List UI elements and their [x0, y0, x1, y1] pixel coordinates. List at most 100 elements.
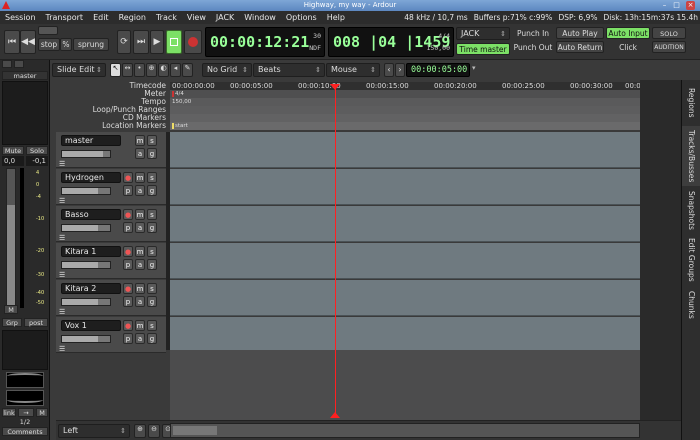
meter-marker[interactable]: 4/4 [172, 91, 184, 97]
track-mute-button[interactable]: m [135, 172, 145, 183]
track-layers-icon[interactable]: ☰ [59, 160, 65, 168]
track-lane[interactable] [170, 169, 640, 205]
menu-session[interactable]: Session [0, 11, 41, 24]
start-marker[interactable]: start [172, 123, 188, 129]
menu-help[interactable]: Help [322, 11, 350, 24]
zoom-out-button[interactable]: ⊖ [148, 424, 160, 438]
strip-link-direction-button[interactable]: → [18, 408, 34, 417]
horizontal-scrollbar[interactable] [170, 423, 640, 438]
track-solo-button[interactable]: s [147, 172, 157, 183]
track-layers-icon[interactable]: ☰ [59, 234, 65, 242]
menu-view[interactable]: View [182, 11, 211, 24]
track-group-button[interactable]: g [147, 333, 157, 344]
stop-label[interactable]: stop [38, 38, 60, 51]
menu-jack[interactable]: JACK [211, 11, 239, 24]
track-automation-button[interactable]: a [135, 148, 145, 159]
cd-marker-ruler[interactable] [170, 114, 640, 122]
track-solo-button[interactable]: s [147, 246, 157, 257]
menu-options[interactable]: Options [281, 11, 322, 24]
loop-button[interactable]: ⟳ [117, 30, 131, 54]
track-group-button[interactable]: g [147, 259, 157, 270]
tab-snapshots[interactable]: Snapshots [682, 188, 700, 232]
nudge-forward-button[interactable]: › [395, 63, 405, 77]
goto-end-button[interactable]: ⏭ [133, 30, 149, 54]
range-tool-button[interactable]: ↔ [122, 63, 133, 77]
track-lane[interactable] [170, 132, 640, 168]
meter-ruler[interactable]: 4/4 [170, 90, 640, 98]
zoom-tool-button[interactable]: ⊕ [146, 63, 157, 77]
track-solo-button[interactable]: s [147, 320, 157, 331]
sync-source-select[interactable]: JACK ⇕ [456, 27, 510, 40]
tab-tracks-busses[interactable]: Tracks/Busses [682, 126, 700, 186]
track-name-field[interactable]: Vox 1 [61, 320, 121, 331]
auto-input-button[interactable]: Auto Input [606, 27, 650, 39]
track-solo-button[interactable]: s [147, 283, 157, 294]
track-gain-slider[interactable] [61, 150, 111, 158]
track-automation-button[interactable]: a [135, 185, 145, 196]
grid-unit-select[interactable]: Beats ⇕ [253, 63, 325, 77]
strip-panner-graphic-2[interactable] [6, 390, 44, 406]
track-lane[interactable] [170, 280, 640, 316]
playhead[interactable] [334, 84, 336, 418]
track-record-button[interactable]: ● [123, 283, 133, 294]
zoom-in-button[interactable]: ⊕ [134, 424, 146, 438]
nudge-clock[interactable]: 00:00:05:00 [406, 63, 470, 77]
playhead-marker[interactable] [329, 84, 340, 90]
tab-regions[interactable]: Regions [682, 84, 700, 122]
track-playlist-button[interactable]: p [123, 333, 133, 344]
minimize-button[interactable]: – [660, 1, 669, 10]
strip-comments-button[interactable]: Comments [2, 427, 48, 436]
chevron-down-icon[interactable]: ▾ [472, 64, 476, 72]
tempo-ruler[interactable]: 150,00 [170, 98, 640, 106]
solo-indicator[interactable]: SOLO [652, 27, 686, 39]
track-record-button[interactable]: ● [123, 172, 133, 183]
timefx-tool-button[interactable]: ◐ [158, 63, 169, 77]
strip-gain-display[interactable]: 0,0 [2, 156, 24, 166]
grid-mode-select[interactable]: No Grid ⇕ [202, 63, 252, 77]
track-solo-button[interactable]: s [147, 209, 157, 220]
record-button[interactable] [184, 30, 202, 54]
strip-gain-fader[interactable] [6, 168, 16, 308]
close-button[interactable]: × [686, 1, 695, 10]
edit-mode-select[interactable]: Slide Edit ⇕ [52, 63, 106, 77]
track-lane[interactable] [170, 243, 640, 279]
strip-group-button[interactable]: Grp [2, 318, 22, 327]
strip-width-button[interactable] [2, 60, 12, 68]
auto-return-button[interactable]: Auto Return [556, 41, 604, 53]
track-record-button[interactable]: ● [123, 246, 133, 257]
goto-start-button[interactable]: ⏮ [4, 30, 20, 54]
track-layers-icon[interactable]: ☰ [59, 271, 65, 279]
playhead-marker-bottom[interactable] [329, 412, 340, 418]
time-master-button[interactable]: Time master [456, 43, 510, 55]
track-header[interactable]: Vox 1 ● m s p a g ☰ [56, 317, 166, 353]
percent-label[interactable]: % [60, 38, 72, 51]
track-header[interactable]: Kitara 2 ● m s p a g ☰ [56, 280, 166, 316]
strip-link-button[interactable]: link [2, 408, 16, 417]
track-header[interactable]: Hydrogen ● m s p a g ☰ [56, 169, 166, 205]
track-automation-button[interactable]: a [135, 333, 145, 344]
track-playlist-button[interactable]: p [123, 222, 133, 233]
location-marker-ruler[interactable]: start [170, 122, 640, 130]
track-mute-button[interactable]: m [135, 209, 145, 220]
tempo-marker[interactable]: 150,00 [172, 99, 191, 105]
track-playlist-button[interactable]: p [123, 185, 133, 196]
editor-list-panel[interactable] [640, 80, 681, 420]
track-name-field[interactable]: Kitara 2 [61, 283, 121, 294]
track-automation-button[interactable]: a [135, 296, 145, 307]
track-mute-button[interactable]: m [135, 246, 145, 257]
play-button[interactable]: ▶ [150, 30, 164, 54]
strip-solo-button[interactable]: Solo [26, 146, 48, 155]
empty-track-area[interactable] [170, 350, 640, 420]
track-layers-icon[interactable]: ☰ [59, 345, 65, 353]
track-group-button[interactable]: g [147, 148, 157, 159]
stop-button[interactable] [166, 30, 182, 54]
track-header[interactable]: Kitara 1 ● m s p a g ☰ [56, 243, 166, 279]
track-record-button[interactable]: ● [123, 209, 133, 220]
strip-output-button[interactable]: M [36, 408, 48, 417]
menu-region[interactable]: Region [114, 11, 151, 24]
track-header[interactable]: Basso ● m s p a g ☰ [56, 206, 166, 242]
timecode-ruler[interactable]: 00:00:00:00 00:00:05:00 00:00:10:00 00:0… [170, 82, 645, 90]
track-lane[interactable] [170, 206, 640, 242]
strip-output-panner[interactable] [2, 330, 48, 370]
track-playlist-button[interactable]: p [123, 296, 133, 307]
